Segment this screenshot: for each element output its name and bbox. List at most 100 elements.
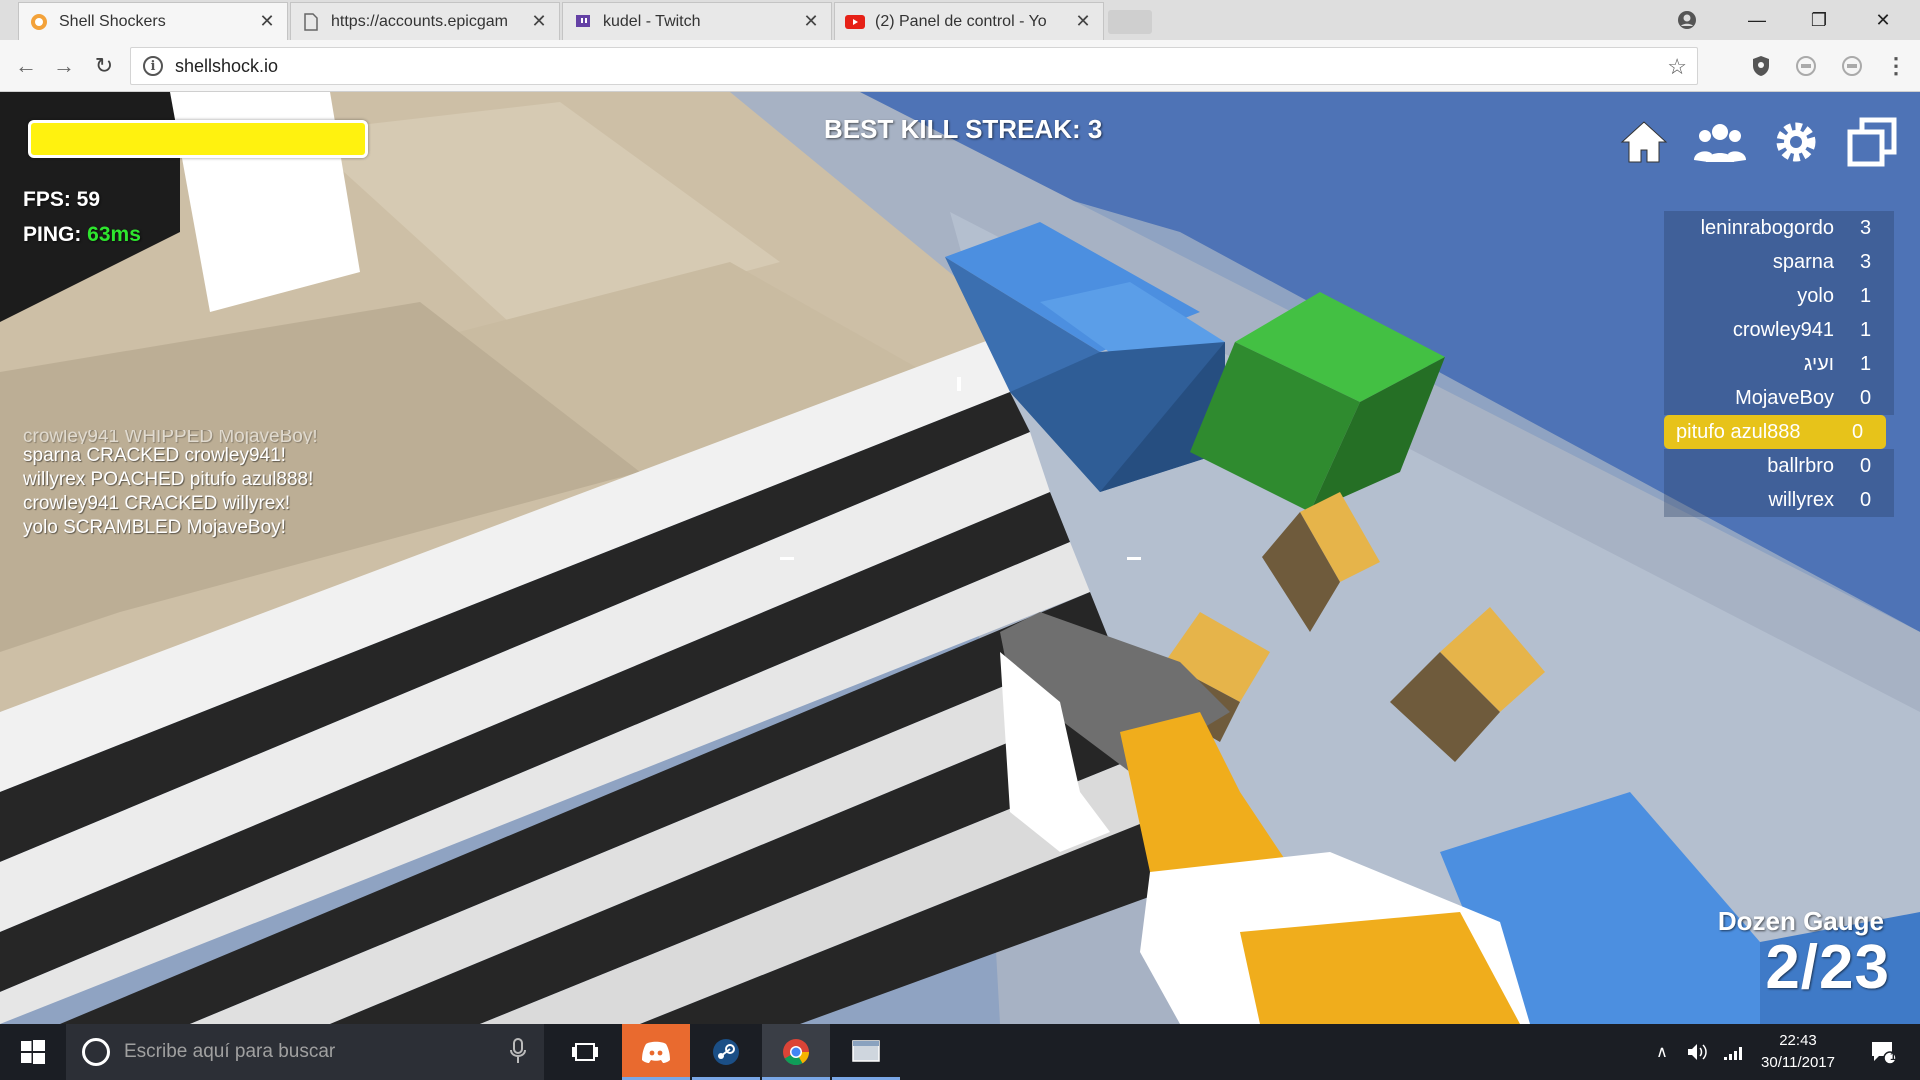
reload-icon[interactable]: ↻ [88, 50, 120, 82]
player-score: 0 [1860, 454, 1872, 477]
player-name: willyrex [1768, 488, 1834, 511]
close-window-icon[interactable]: ✕ [1860, 0, 1906, 40]
address-bar[interactable]: i shellshock.io ☆ [130, 47, 1698, 85]
ammo-counter: 2/23 [1765, 933, 1890, 1002]
kill-feed-entry: crowley941 CRACKED willyrex! [23, 493, 291, 514]
player-name: pitufo azul888 [1676, 420, 1801, 443]
kill-feed-entry: sparna CRACKED crowley941! [23, 445, 286, 466]
search-placeholder: Escribe aquí para buscar [124, 1041, 336, 1062]
twitch-icon [573, 12, 593, 32]
scoreboard-row: MojaveBoy 0 [1664, 381, 1894, 415]
health-bar [28, 120, 368, 158]
close-tab-icon[interactable]: ✕ [1073, 11, 1093, 32]
show-hidden-icons-icon[interactable]: ∧ [1650, 1024, 1674, 1080]
game-window-icon[interactable] [832, 1024, 900, 1080]
fullscreen-icon[interactable] [1846, 116, 1898, 168]
back-icon[interactable]: ← [10, 50, 42, 82]
scoreboard: leninrabogordo 3 sparna 3 yolo 1 crowley941… [1664, 211, 1894, 517]
player-name: sparna [1772, 250, 1834, 273]
youtube-icon [845, 12, 865, 32]
ping-value: 63ms [87, 223, 141, 246]
bookmark-star-icon[interactable]: ☆ [1667, 54, 1687, 80]
kill-feed: crowley941 WHIPPED MojaveBoy! sparna CRA… [23, 430, 383, 540]
microphone-icon[interactable] [510, 1038, 526, 1070]
steam-icon[interactable] [692, 1024, 760, 1080]
kill-feed-entry: willyrex POACHED pitufo azul888! [23, 469, 314, 490]
scoreboard-row-self: pitufo azul888 0 [1664, 415, 1886, 449]
shield-extension-icon[interactable] [1747, 52, 1775, 80]
discord-icon[interactable] [622, 1024, 690, 1080]
close-tab-icon[interactable]: ✕ [801, 11, 821, 32]
tab-youtube[interactable]: (2) Panel de control - Yo ✕ [834, 2, 1104, 40]
ping-label: PING: [23, 223, 88, 246]
clock-time: 22:43 [1779, 1032, 1817, 1049]
browser-toolbar: ← → ↻ i shellshock.io ☆ ⋮ [0, 40, 1920, 92]
player-score: 3 [1860, 250, 1872, 273]
chrome-icon[interactable] [762, 1024, 830, 1080]
volume-icon[interactable] [1682, 1024, 1712, 1080]
site-info-icon[interactable]: i [143, 56, 163, 76]
task-view-icon[interactable] [558, 1024, 612, 1080]
player-name: yolo [1797, 284, 1834, 307]
menu-icon[interactable]: ⋮ [1882, 52, 1910, 80]
scoreboard-row: yolo 1 [1664, 279, 1894, 313]
fps-counter: FPS: 59 [23, 188, 101, 211]
clock-date: 30/11/2017 [1761, 1054, 1835, 1071]
best-kill-streak: BEST KILL STREAK: 3 [824, 114, 1103, 144]
kill-feed-entry: crowley941 WHIPPED MojaveBoy! [23, 430, 318, 444]
close-tab-icon[interactable]: ✕ [529, 11, 549, 32]
game-canvas[interactable]: FPS: 59 PING: 63ms BEST KILL STREAK: 3 c… [0, 92, 1920, 1024]
forward-icon[interactable]: → [48, 50, 80, 82]
player-name: crowley941 [1732, 318, 1834, 341]
player-score: 1 [1860, 318, 1872, 341]
minimize-icon[interactable]: — [1734, 0, 1780, 40]
extension-icon[interactable] [1838, 52, 1866, 80]
scoreboard-row: leninrabogordo 3 [1664, 211, 1894, 245]
action-center-icon[interactable]: 1 [1858, 1024, 1908, 1080]
settings-icon[interactable] [1770, 116, 1822, 168]
tab-epic-accounts[interactable]: https://accounts.epicgam ✕ [290, 2, 560, 40]
taskbar-search-box[interactable]: Escribe aquí para buscar [66, 1024, 544, 1080]
new-tab-button[interactable] [1108, 10, 1152, 34]
player-score: 3 [1860, 216, 1872, 239]
restore-icon[interactable]: ❐ [1796, 0, 1842, 40]
cortana-icon [82, 1038, 110, 1066]
player-score: 0 [1860, 488, 1872, 511]
clock[interactable]: 22:43 30/11/2017 [1752, 1024, 1844, 1080]
tab-title: kudel - Twitch [603, 12, 701, 30]
windows-start-icon[interactable] [0, 1024, 66, 1080]
player-name: ballrbro [1767, 454, 1834, 477]
network-icon[interactable] [1718, 1024, 1748, 1080]
close-tab-icon[interactable]: ✕ [257, 11, 277, 32]
scoreboard-row: ועיג 1 [1664, 347, 1894, 381]
player-score: 0 [1852, 420, 1864, 443]
player-score: 0 [1860, 386, 1872, 409]
scoreboard-row: crowley941 1 [1664, 313, 1894, 347]
tab-twitch[interactable]: kudel - Twitch ✕ [562, 2, 832, 40]
scoreboard-row: sparna 3 [1664, 245, 1894, 279]
player-score: 1 [1860, 352, 1872, 375]
friends-icon[interactable] [1694, 116, 1746, 168]
home-icon[interactable] [1618, 116, 1670, 168]
tab-title: Shell Shockers [59, 12, 166, 30]
page-icon [301, 12, 321, 32]
player-score: 1 [1860, 284, 1872, 307]
tab-title: (2) Panel de control - Yo [875, 12, 1047, 30]
extension-icon[interactable] [1792, 52, 1820, 80]
tab-shell-shockers[interactable]: Shell Shockers ✕ [18, 2, 288, 40]
taskbar: Escribe aquí para buscar ∧ 22:43 30/11/2… [0, 1024, 1920, 1080]
scoreboard-row: ballrbro 0 [1664, 449, 1894, 483]
egg-favicon-icon [29, 12, 49, 32]
tab-title: https://accounts.epicgam [331, 12, 508, 30]
scoreboard-row: willyrex 0 [1664, 483, 1894, 517]
url-text: shellshock.io [175, 55, 279, 76]
tab-strip: Shell Shockers ✕ https://accounts.epicga… [0, 0, 1920, 40]
player-name: ועיג [1803, 352, 1834, 375]
kill-feed-entry: yolo SCRAMBLED MojaveBoy! [23, 517, 286, 538]
ping-display: PING: 63ms [23, 223, 141, 247]
profile-icon[interactable] [1664, 0, 1710, 40]
player-name: leninrabogordo [1700, 216, 1834, 239]
player-name: MojaveBoy [1735, 386, 1834, 409]
game-scene [0, 92, 1920, 1024]
notification-count: 1 [1890, 1051, 1897, 1063]
